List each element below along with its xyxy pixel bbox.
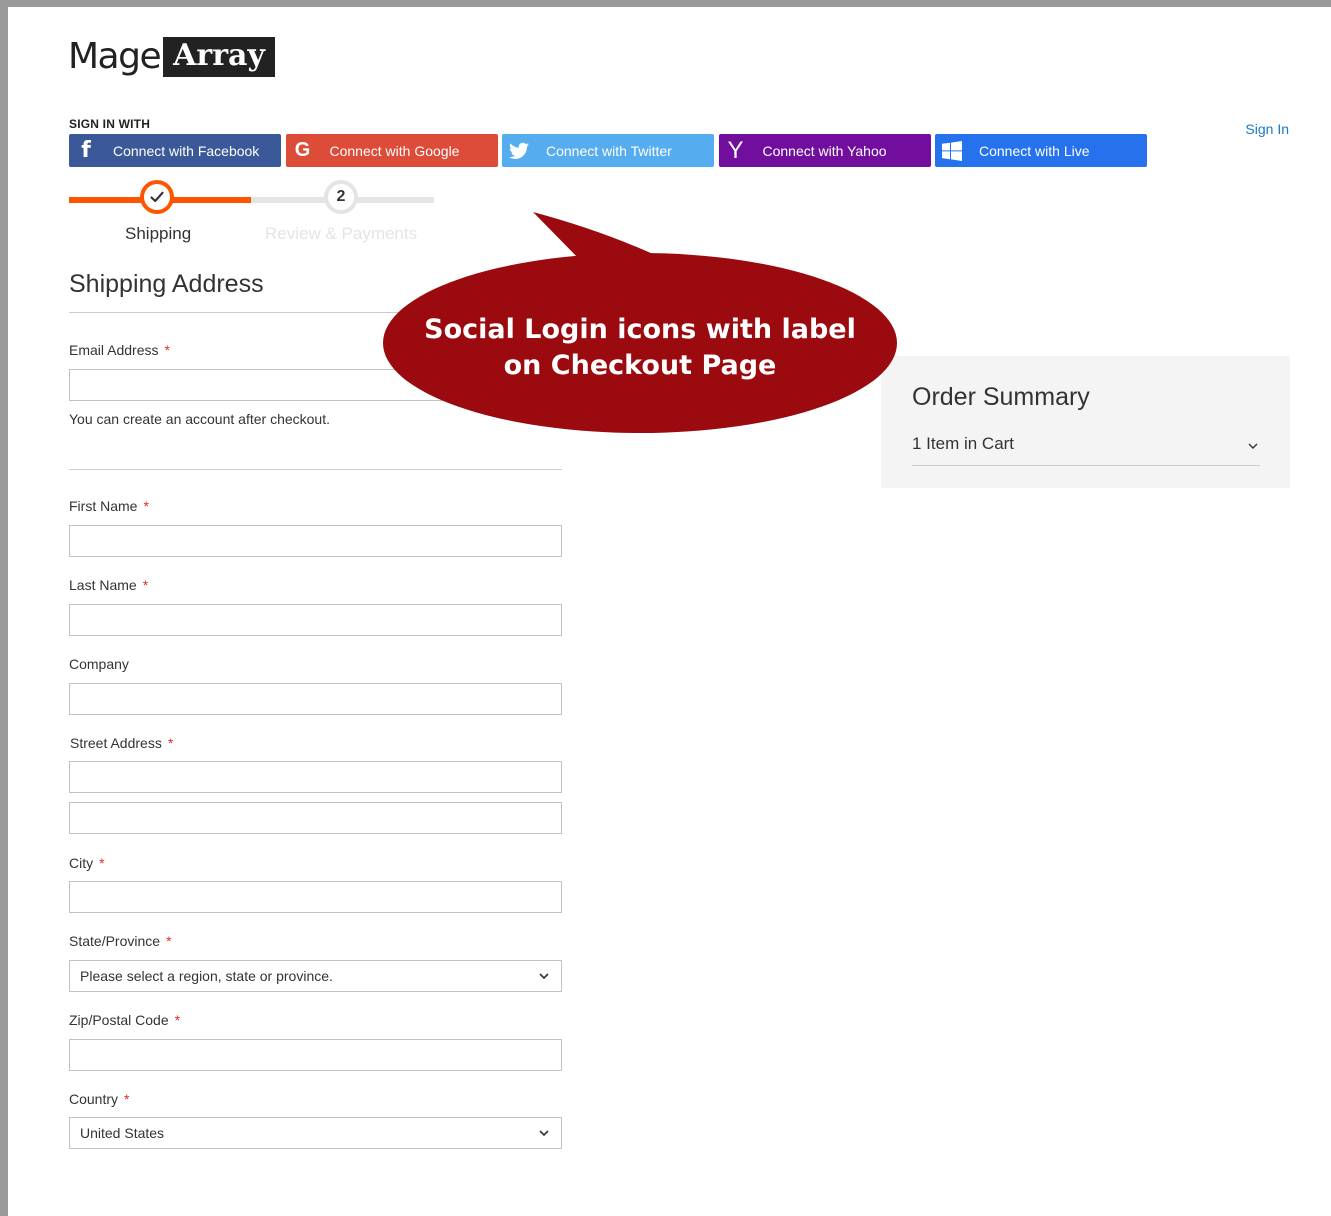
- connect-live-button[interactable]: Connect with Live: [935, 134, 1147, 167]
- yahoo-icon: Y: [727, 136, 744, 164]
- state-label: State/Province *: [69, 933, 172, 949]
- city-label: City *: [69, 855, 105, 871]
- account-note: You can create an account after checkout…: [69, 411, 330, 427]
- connect-twitter-button[interactable]: Connect with Twitter: [502, 134, 714, 167]
- street-address-line2-field[interactable]: [69, 802, 562, 834]
- shipping-address-title: Shipping Address: [69, 270, 264, 298]
- step-review-marker: 2: [324, 180, 358, 214]
- connect-facebook-label: Connect with Facebook: [113, 142, 260, 159]
- city-field[interactable]: [69, 881, 562, 913]
- order-summary-panel: Order Summary 1 Item in Cart: [881, 356, 1290, 488]
- callout-text: Social Login icons with label on Checkou…: [380, 312, 900, 384]
- zip-label: Zip/Postal Code *: [69, 1012, 181, 1028]
- company-field[interactable]: [69, 683, 562, 715]
- chevron-down-icon: [1248, 443, 1258, 449]
- chevron-down-icon: [539, 973, 549, 980]
- order-summary-title: Order Summary: [912, 383, 1090, 411]
- twitter-icon: [502, 134, 536, 167]
- state-select[interactable]: Please select a region, state or provinc…: [69, 960, 562, 992]
- connect-yahoo-label: Connect with Yahoo: [762, 142, 887, 159]
- items-in-cart-toggle[interactable]: 1 Item in Cart: [912, 434, 1260, 454]
- social-login-buttons: f Connect with Facebook G Connect with G…: [69, 134, 1152, 167]
- facebook-icon: f: [81, 138, 91, 163]
- checkmark-icon: [150, 191, 164, 203]
- logo-text-array: Array: [163, 37, 275, 77]
- callout-line-2: on Checkout Page: [503, 350, 777, 381]
- step-shipping-label: Shipping: [125, 224, 192, 243]
- connect-facebook-button[interactable]: f Connect with Facebook: [69, 134, 281, 167]
- country-select-value: United States: [80, 1125, 165, 1141]
- country-select[interactable]: United States: [69, 1117, 562, 1149]
- first-name-label: First Name *: [69, 498, 149, 514]
- connect-google-label: Connect with Google: [329, 142, 460, 159]
- last-name-label: Last Name *: [69, 577, 149, 593]
- google-icon: G: [294, 139, 311, 161]
- logo-text-mage: Mage: [68, 36, 162, 77]
- first-name-field[interactable]: [69, 525, 562, 557]
- company-label: Company: [69, 656, 129, 672]
- frame-border-left: [0, 0, 8, 1216]
- email-label: Email Address *: [69, 342, 170, 358]
- street-address-line1-field[interactable]: [69, 761, 562, 793]
- sign-in-with-heading: SIGN IN WITH: [69, 117, 151, 131]
- step-shipping-marker: [140, 180, 174, 214]
- sign-in-link[interactable]: Sign In: [1245, 121, 1289, 137]
- callout-line-1: Social Login icons with label: [424, 314, 856, 345]
- windows-icon: [935, 134, 969, 167]
- country-label: Country *: [69, 1091, 130, 1107]
- state-select-value: Please select a region, state or provinc…: [80, 968, 333, 984]
- zip-field[interactable]: [69, 1039, 562, 1071]
- chevron-down-icon: [539, 1130, 549, 1137]
- frame-border-top: [0, 0, 1331, 7]
- connect-twitter-label: Connect with Twitter: [546, 142, 672, 159]
- street-address-label: Street Address *: [70, 735, 174, 751]
- last-name-field[interactable]: [69, 604, 562, 636]
- items-in-cart-label: 1 Item in Cart: [912, 434, 1015, 453]
- connect-google-button[interactable]: G Connect with Google: [285, 134, 498, 167]
- step-review-number: 2: [328, 184, 354, 210]
- connect-live-label: Connect with Live: [979, 142, 1090, 159]
- connect-yahoo-button[interactable]: Y Connect with Yahoo: [718, 134, 931, 167]
- site-logo[interactable]: Mage Array: [68, 32, 275, 82]
- divider: [69, 469, 562, 470]
- divider: [912, 465, 1260, 466]
